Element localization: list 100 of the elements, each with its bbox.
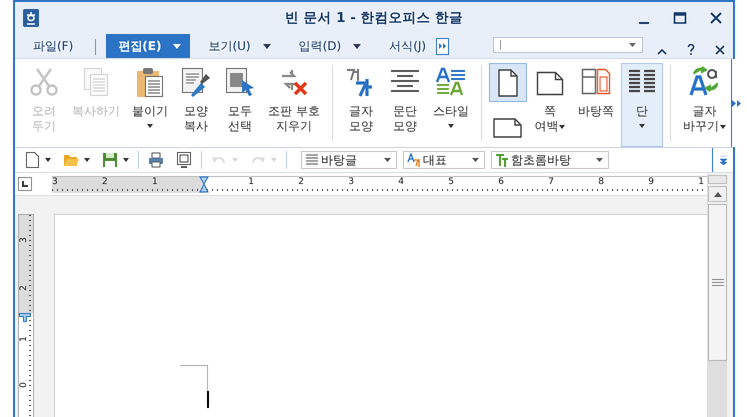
- ruler-number: 1: [248, 176, 254, 188]
- caret-icon: [123, 158, 129, 162]
- ruler-number: 2: [102, 176, 109, 188]
- caret-icon: [84, 158, 90, 162]
- collapse-ribbon-icon[interactable]: [657, 48, 668, 55]
- caret-icon[interactable]: [262, 44, 271, 48]
- ribbon-button[interactable]: 쪽 여백: [528, 63, 571, 147]
- menu-tab[interactable]: 서식(J): [371, 34, 436, 58]
- crop-mark-icon: [180, 365, 208, 391]
- style-combo[interactable]: 바탕글: [301, 151, 397, 169]
- caret-icon[interactable]: [629, 43, 636, 47]
- ruler-corner-button[interactable]: [18, 177, 32, 191]
- text-cursor: [207, 391, 209, 408]
- ribbon-button[interactable]: 스타일: [428, 63, 474, 147]
- ribbon-button[interactable]: 모양 복사: [175, 63, 217, 147]
- button-label: 쪽 여백: [534, 104, 566, 134]
- clipboard-icon: [134, 66, 166, 98]
- caret-icon[interactable]: [353, 44, 362, 48]
- letters-icon: [407, 153, 421, 167]
- ribbon-button[interactable]: 바탕쪽: [572, 63, 619, 147]
- caret-icon: [384, 158, 391, 162]
- ruler-number: 1: [152, 176, 159, 188]
- ruler-number: 1: [698, 176, 704, 188]
- ruler-number: 4: [398, 176, 404, 188]
- scissors-icon: [28, 66, 60, 98]
- ribbon-button[interactable]: 문단 모양: [384, 63, 426, 147]
- close-document-icon[interactable]: [715, 45, 726, 55]
- ruler-number: 8: [598, 176, 604, 188]
- ribbon-button[interactable]: 글자 모양: [340, 63, 382, 147]
- ribbon-button[interactable]: 조판 부호 지우기: [263, 63, 325, 147]
- preview-icon: [176, 152, 192, 168]
- grip-icon: [712, 279, 724, 286]
- ruler-number: 3: [348, 176, 354, 188]
- landscape-page-icon: [493, 118, 522, 138]
- caret-icon: [596, 158, 603, 162]
- ribbon-button[interactable]: 단: [620, 63, 663, 147]
- button-label: 글자 모양: [348, 104, 373, 134]
- menu-tab[interactable]: 입력(D): [280, 34, 372, 58]
- button-label: 조판 부호 지우기: [268, 104, 320, 134]
- ruler-number: 2: [298, 176, 304, 188]
- split-handle[interactable]: [708, 175, 727, 184]
- font-combo[interactable]: 함초롬바탕: [491, 151, 609, 169]
- caret-icon: [232, 158, 238, 162]
- caret-icon: [472, 158, 479, 162]
- button-label: 문단 모양: [392, 104, 417, 134]
- save-icon: [102, 152, 118, 168]
- ruler-number: 9: [648, 176, 654, 188]
- language-combo[interactable]: 대표: [403, 151, 485, 169]
- help-icon[interactable]: [687, 44, 696, 55]
- style-icon: [434, 66, 467, 98]
- ruler-number: 3: [19, 236, 29, 245]
- new-document-icon: [24, 152, 40, 168]
- ribbon-button[interactable]: 글자 바꾸기: [678, 63, 731, 147]
- ruler-number: 2: [19, 284, 29, 293]
- portrait-page-icon: [498, 68, 518, 96]
- open-folder-icon: [63, 152, 79, 168]
- indent-marker-icon[interactable]: [199, 176, 209, 194]
- cursor-page-icon: [224, 66, 256, 98]
- window-title: 빈 문서 1 - 한컴오피스 한글: [284, 9, 464, 27]
- menu-tab[interactable]: 파일(F): [15, 34, 84, 58]
- margin-marker-icon[interactable]: [19, 313, 31, 322]
- replace-icon: [688, 66, 720, 98]
- portrait-page-button[interactable]: [488, 63, 527, 102]
- scrollbar-thumb[interactable]: [708, 204, 727, 361]
- ribbon-button[interactable]: 모두 선택: [219, 63, 261, 147]
- menu-tab[interactable]: 편집(E): [106, 34, 190, 58]
- button-label: 글자 바꾸기: [682, 104, 726, 134]
- ribbon-button[interactable]: 붙이기: [127, 63, 173, 147]
- button-label: 오려 두기: [32, 104, 56, 134]
- lines-icon: [305, 153, 319, 167]
- up-arrow-icon: [714, 192, 722, 196]
- caret-icon[interactable]: [173, 44, 182, 48]
- caret-icon: [448, 124, 454, 128]
- caret-icon: [45, 158, 51, 162]
- button-label: 모양 복사: [184, 104, 208, 134]
- ruler-number: 5: [448, 176, 454, 188]
- button-label: 바탕쪽: [578, 104, 614, 119]
- caret-icon: [147, 124, 153, 128]
- scroll-up-button[interactable]: [708, 186, 727, 202]
- print-icon: [148, 152, 164, 168]
- double-arrow-icon: [732, 100, 741, 106]
- button-label: 붙이기: [132, 104, 168, 119]
- ruler-number: 0: [19, 381, 29, 390]
- maximize-icon[interactable]: [673, 11, 687, 25]
- ruler-number: 3: [52, 176, 59, 188]
- ruler-number: 6: [498, 176, 504, 188]
- tab-stop-icon: [22, 181, 28, 187]
- more-tabs-icon[interactable]: [436, 38, 450, 54]
- app-logo-icon: [23, 9, 39, 27]
- button-label: 모두 선택: [228, 104, 252, 134]
- caret-icon: [559, 124, 566, 128]
- eyedropper-icon: [180, 66, 212, 98]
- caret-icon: [720, 124, 726, 128]
- button-label: 복사하기: [72, 104, 120, 119]
- ruler-number: 7: [548, 176, 554, 188]
- close-icon[interactable]: [709, 11, 723, 25]
- button-label: 단: [636, 104, 648, 119]
- double-arrow-icon: [720, 156, 726, 164]
- menu-tab[interactable]: 보기(U): [190, 34, 281, 58]
- ruler-number: 1: [19, 335, 29, 344]
